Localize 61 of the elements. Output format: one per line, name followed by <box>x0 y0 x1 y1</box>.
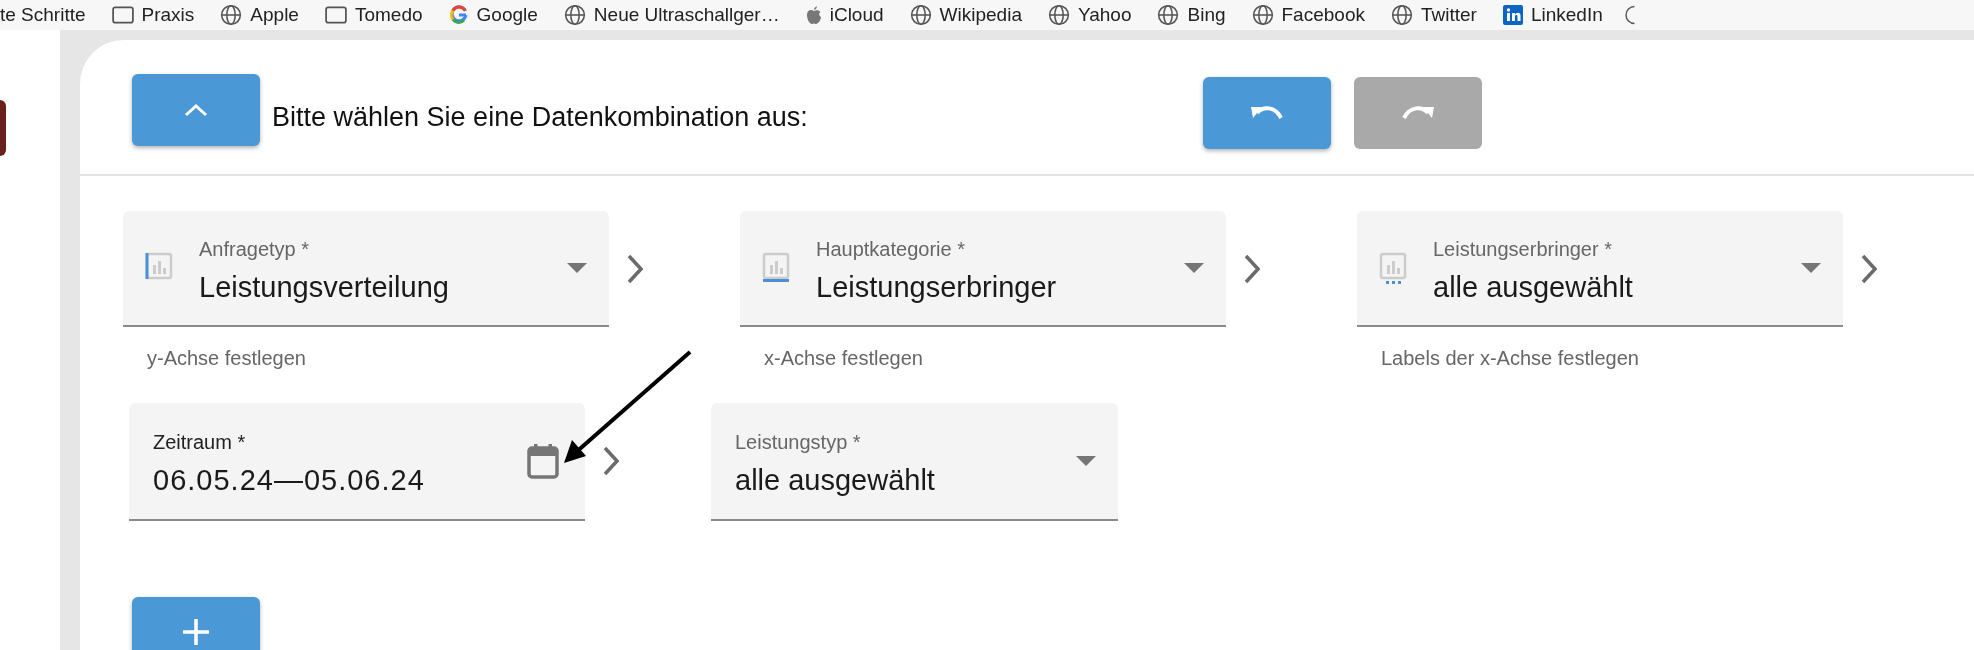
bookmark-link[interactable]: Yahoo <box>1047 4 1132 26</box>
chevron-right-icon <box>1861 254 1877 284</box>
globe-icon <box>563 4 586 26</box>
globe-icon <box>220 4 243 26</box>
bookmark-link[interactable]: Wikipedia <box>909 4 1022 26</box>
chevron-up-icon <box>184 103 208 117</box>
folder-icon <box>324 6 347 24</box>
dropdown-caret-icon <box>567 263 587 273</box>
bookmark-link[interactable]: Praxis <box>111 4 195 26</box>
globe-icon <box>1390 4 1413 26</box>
globe-icon <box>909 4 932 26</box>
add-button[interactable] <box>132 597 260 650</box>
plus-icon <box>181 617 211 647</box>
field-label: Leistungserbringer * <box>1433 238 1613 261</box>
collapse-button[interactable] <box>132 74 260 146</box>
bookmark-link[interactable]: Facebook <box>1251 4 1365 26</box>
instruction-text: Bitte wählen Sie eine Datenkombination aus: <box>272 101 809 133</box>
field-value: Leistungserbringer <box>816 271 1058 304</box>
globe-icon <box>1157 4 1180 26</box>
bookmark-link[interactable]: iCloud <box>805 4 884 26</box>
bookmark-link[interactable]: LinkedIn <box>1502 4 1603 26</box>
field-label: Zeitraum * <box>153 431 247 454</box>
helper-text: x-Achse festlegen <box>763 346 924 371</box>
bar-chart-icon <box>762 252 790 284</box>
globe-icon <box>1047 4 1070 26</box>
dropdown-caret-icon <box>1801 263 1821 273</box>
select-field[interactable]: Leistungstyp * alle ausgewählt <box>711 403 1118 521</box>
dropdown-caret-icon <box>1184 263 1204 273</box>
dropdown-caret-icon <box>1076 456 1096 466</box>
select-field[interactable]: Hauptkategorie * Leistungserbringer <box>740 211 1226 327</box>
bookmark-link[interactable]: Tomedo <box>324 4 423 26</box>
field-value: Leistungsverteilung <box>199 271 450 304</box>
chevron-right-icon <box>627 254 643 284</box>
bar-chart-icon <box>1379 252 1407 284</box>
bookmark-link[interactable]: te Schritte <box>0 4 86 26</box>
chevron-right-icon <box>603 446 619 476</box>
bookmark-link[interactable]: Apple <box>220 4 299 26</box>
chevron-right-icon <box>1244 254 1260 284</box>
helper-text: Labels der x-Achse festlegen <box>1380 346 1640 371</box>
date-range-field[interactable]: Zeitraum * 06.05.24—05.06.24 <box>129 403 585 521</box>
field-value: alle ausgewählt <box>1433 271 1634 304</box>
field-label: Hauptkategorie * <box>816 238 966 261</box>
bookmark-link[interactable]: Google <box>448 4 538 26</box>
bookmark-link[interactable]: Bing <box>1157 4 1226 26</box>
bookmark-link[interactable]: Neue Ultraschallger… <box>563 4 780 26</box>
select-field[interactable]: Leistungserbringer * alle ausgewählt <box>1357 211 1843 327</box>
undo-button[interactable] <box>1203 77 1331 149</box>
select-field[interactable]: Anfragetyp * Leistungsverteilung <box>123 211 609 327</box>
field-value: 06.05.24—05.06.24 <box>153 464 426 497</box>
helper-text: y-Achse festlegen <box>146 346 307 371</box>
field-label: Leistungstyp * <box>735 431 862 454</box>
bookmark-link[interactable]: Twitter <box>1390 4 1477 26</box>
field-value: alle ausgewählt <box>735 464 936 497</box>
field-label: Anfragetyp * <box>199 238 311 261</box>
google-icon <box>448 5 469 25</box>
apple-icon <box>805 5 822 25</box>
calendar-icon <box>527 443 559 479</box>
linkedin-icon <box>1502 5 1523 25</box>
folder-icon <box>111 6 134 24</box>
globe-icon <box>1624 4 1635 26</box>
globe-icon <box>1251 4 1274 26</box>
